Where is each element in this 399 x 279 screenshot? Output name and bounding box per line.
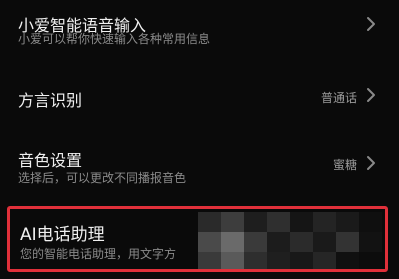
setting-title: AI电话助理	[20, 225, 105, 245]
setting-value: 蜜糖	[332, 158, 357, 172]
setting-subtitle: 小爱可以帮你快速输入各种常用信息	[18, 32, 211, 46]
setting-row-voice-timbre[interactable]: 音色设置 选择后，可以更改不同播报音色 蜜糖	[0, 130, 399, 200]
setting-row-dialect-recognition[interactable]: 方言识别 普通话	[0, 70, 399, 130]
setting-title: 音色设置	[18, 151, 83, 170]
setting-value: 普通话	[320, 91, 357, 105]
setting-row-xiaoai-voice-input[interactable]: 小爱智能语音输入 小爱可以帮你快速输入各种常用信息	[0, 0, 399, 70]
settings-screen: 小爱智能语音输入 小爱可以帮你快速输入各种常用信息 方言识别 普通话 音色设置 …	[0, 0, 399, 279]
chevron-right-icon	[365, 87, 377, 103]
setting-title: 方言识别	[18, 91, 83, 110]
pixelated-redaction	[198, 212, 382, 272]
setting-subtitle: 您的智能电话助理，用文字方	[20, 247, 177, 261]
chevron-right-icon	[365, 155, 377, 171]
chevron-right-icon	[365, 16, 377, 32]
setting-subtitle: 选择后，可以更改不同播报音色	[18, 171, 187, 185]
